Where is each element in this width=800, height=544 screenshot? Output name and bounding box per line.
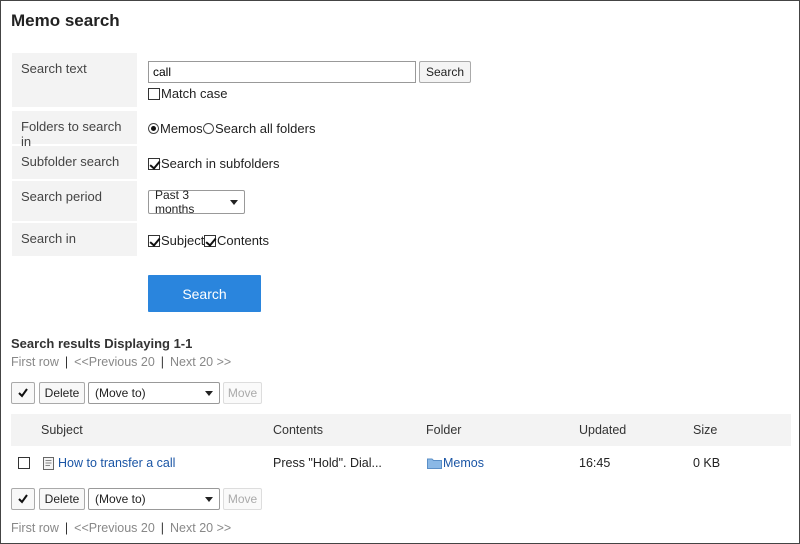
contents-checkbox-label: Contents [217, 233, 270, 248]
table-row: How to transfer a call Press "Hold". Dia… [11, 448, 791, 478]
pager-next: Next 20 >> [170, 355, 232, 369]
search-text-label: Search text [12, 53, 137, 107]
pager-prev: <<Previous 20 [74, 521, 155, 535]
folder-icon [427, 458, 442, 469]
memo-search-window: Memo search Search text Search Match cas… [0, 0, 800, 544]
folders-label: Folders to search in [12, 111, 137, 149]
search-submit-button[interactable]: Search [148, 275, 261, 312]
row-subject[interactable]: How to transfer a call [43, 456, 175, 470]
period-value: Past 3 months [155, 188, 195, 216]
match-case-checkbox[interactable]: Match case [148, 86, 227, 101]
folder-option-memos[interactable]: Memos [148, 121, 203, 136]
results-toolbar-top: Delete (Move to) Move [11, 382, 271, 406]
subfolder-row: Subfolder search Search in subfolders [12, 146, 652, 179]
results-title: Search results Displaying 1-1 [11, 336, 193, 351]
period-row: Search period Past 3 months [12, 181, 652, 221]
search-in-label: Search in [12, 223, 137, 256]
move-to-dropdown[interactable]: (Move to) [88, 488, 220, 510]
pager-first: First row [11, 355, 59, 369]
row-updated: 16:45 [579, 456, 611, 470]
checkmark-icon [18, 494, 28, 504]
row-subject-link[interactable]: How to transfer a call [58, 456, 175, 470]
pager-separator: | [64, 355, 69, 369]
move-to-dropdown[interactable]: (Move to) [88, 382, 220, 404]
subfolder-label: Subfolder search [12, 146, 137, 179]
pager-separator: | [160, 521, 165, 535]
match-case-label: Match case [161, 86, 228, 101]
row-contents: Press "Hold". Dial... [273, 456, 382, 470]
search-text-button[interactable]: Search [419, 61, 472, 83]
delete-button[interactable]: Delete [39, 488, 85, 510]
chevron-down-icon [205, 496, 213, 502]
pager-bottom: First row | <<Previous 20 | Next 20 >> [11, 521, 231, 535]
pager-first: First row [11, 521, 59, 535]
pager-next: Next 20 >> [170, 521, 232, 535]
column-subject: Subject [41, 423, 83, 437]
folders-row: Folders to search in Memos Search all fo… [12, 111, 652, 149]
search-subfolders-box[interactable] [148, 157, 160, 170]
pager-top: First row | <<Previous 20 | Next 20 >> [11, 355, 231, 369]
row-folder[interactable]: Memos [427, 456, 484, 470]
checkmark-icon [18, 388, 28, 398]
memo-icon [43, 456, 54, 470]
pager-separator: | [64, 521, 69, 535]
subject-checkbox[interactable]: Subject [148, 233, 204, 248]
results-toolbar-bottom: Delete (Move to) Move [11, 488, 271, 512]
search-text-input[interactable] [148, 61, 416, 83]
search-text-row: Search text Search Match case [12, 53, 652, 107]
move-button[interactable]: Move [223, 382, 262, 404]
search-subfolders-label: Search in subfolders [161, 156, 280, 171]
memos-radio[interactable] [148, 123, 159, 134]
row-folder-link[interactable]: Memos [443, 456, 484, 470]
select-all-button[interactable] [11, 488, 35, 510]
move-to-value: (Move to) [95, 492, 146, 506]
contents-box[interactable] [204, 234, 216, 247]
pager-prev: <<Previous 20 [74, 355, 155, 369]
select-all-button[interactable] [11, 382, 35, 404]
subject-checkbox-label: Subject [161, 233, 205, 248]
all-folders-radio-label: Search all folders [215, 121, 316, 136]
page-title: Memo search [11, 11, 120, 30]
row-size: 0 KB [693, 456, 721, 470]
column-contents: Contents [273, 423, 324, 437]
folder-option-all[interactable]: Search all folders [203, 121, 315, 136]
column-size: Size [693, 423, 718, 437]
column-updated: Updated [579, 423, 627, 437]
search-subfolders-checkbox[interactable]: Search in subfolders [148, 156, 280, 171]
delete-button[interactable]: Delete [39, 382, 85, 404]
all-folders-radio[interactable] [203, 123, 214, 134]
chevron-down-icon [205, 390, 213, 396]
contents-checkbox[interactable]: Contents [204, 233, 269, 248]
period-label: Search period [12, 181, 137, 221]
move-button[interactable]: Move [223, 488, 262, 510]
chevron-down-icon [230, 199, 238, 205]
row-checkbox[interactable] [18, 457, 30, 469]
subject-box[interactable] [148, 234, 160, 247]
match-case-box[interactable] [148, 87, 160, 100]
column-folder: Folder [426, 423, 462, 437]
memos-radio-label: Memos [160, 121, 203, 136]
pager-separator: | [160, 355, 165, 369]
period-dropdown[interactable]: Past 3 months [148, 188, 245, 216]
search-in-row: Search in Subject Contents [12, 223, 652, 256]
move-to-value: (Move to) [95, 386, 146, 400]
results-table-header: Subject Contents Folder Updated Size [11, 414, 791, 446]
